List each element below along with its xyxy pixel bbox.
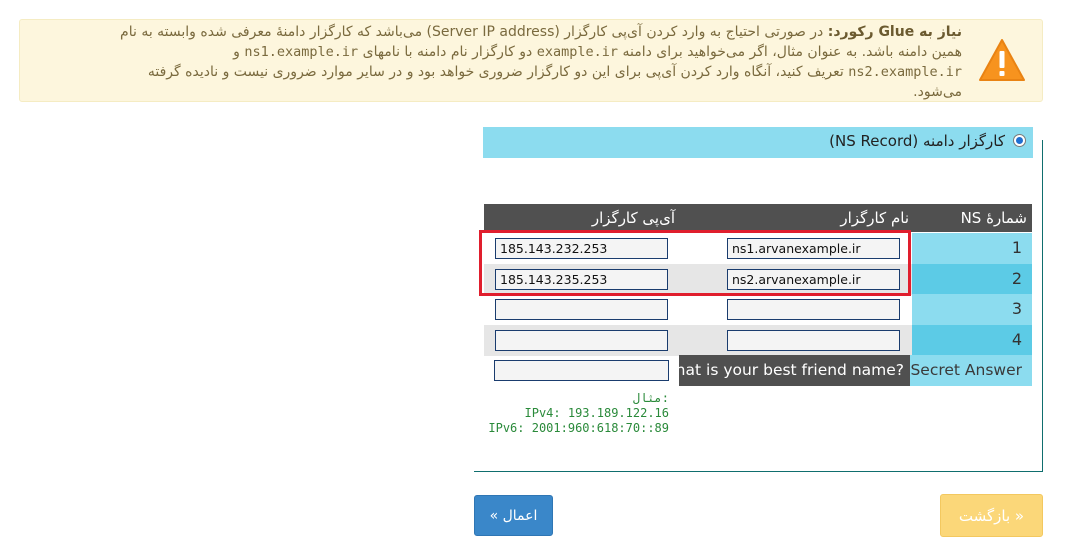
ns-number-cell: 4 — [912, 325, 1032, 356]
notice-line2a: همین دامنه باشد. به عنوان مثال، اگر می‌خ… — [618, 44, 962, 60]
secret-answer-label-cell: Secret Answer — [910, 355, 1032, 386]
table-row: 1 — [484, 233, 1032, 264]
ns-number-cell: 1 — [912, 233, 1032, 264]
notice-line2c: و — [233, 44, 245, 60]
ip-example: مثال: IPv4: 193.189.122.16 IPv6: 2001:96… — [484, 391, 669, 436]
ns2-ip-input[interactable] — [495, 269, 668, 290]
notice-line3: تعریف کنید، آنگاه وارد کردن آی‌پی برای ا… — [147, 64, 849, 80]
ns3-ip-input[interactable] — [495, 299, 668, 320]
example-ipv6: IPv6: 2001:960:618:70::89 — [488, 421, 669, 435]
ns-number: 3 — [1011, 299, 1022, 318]
notice-ns1: ns1.example.ir — [244, 44, 359, 60]
table-row: 4 — [484, 325, 1032, 356]
notice-ns2: ns2.example.ir — [848, 64, 962, 80]
ns4-ip-input[interactable] — [495, 330, 668, 351]
notice-line4: می‌شود. — [913, 84, 962, 100]
ns-number: 2 — [1011, 269, 1022, 288]
ns-number: 1 — [1011, 238, 1022, 257]
ns-number-cell: 3 — [912, 294, 1032, 325]
ns4-name-input[interactable] — [727, 330, 900, 351]
notice-line1: در صورتی احتیاج به وارد کردن آی‌پی کارگز… — [120, 24, 828, 40]
ns3-name-input[interactable] — [727, 299, 900, 320]
notice-title: نیاز به Glue رکورد: — [827, 24, 962, 40]
header-server-name: نام کارگزار — [840, 209, 909, 227]
notice-line2b: دو کارگزار نام دامنه با نامهای — [358, 44, 537, 60]
notice-domain: example.ir — [536, 44, 619, 60]
header-server-ip: آی‌پی کارگزار — [591, 209, 675, 227]
secret-answer-label: Secret Answer — [910, 361, 1022, 379]
secret-answer-input[interactable] — [494, 360, 669, 381]
ns-number: 4 — [1011, 330, 1022, 349]
ns1-name-input[interactable] — [727, 238, 900, 259]
example-ipv4: IPv4: 193.189.122.16 — [524, 406, 670, 420]
warning-icon — [979, 39, 1025, 81]
secret-question: What is your best friend name? — [660, 361, 904, 379]
example-title: مثال: — [632, 391, 669, 405]
table-row: 2 — [484, 264, 1032, 295]
table-row: 3 — [484, 294, 1032, 325]
ns2-name-input[interactable] — [727, 269, 900, 290]
glue-record-notice: نیاز به Glue رکورد: در صورتی احتیاج به و… — [19, 19, 1043, 102]
ns1-ip-input[interactable] — [495, 238, 668, 259]
ns-record-header[interactable]: کارگزار دامنه (NS Record) — [483, 127, 1033, 158]
ns-number-cell: 2 — [912, 264, 1032, 295]
header-ns-number: شمارهٔ NS — [960, 209, 1027, 227]
notice-text: نیاز به Glue رکورد: در صورتی احتیاج به و… — [32, 22, 962, 102]
apply-button[interactable]: اعمال » — [474, 495, 553, 536]
ns-record-label: کارگزار دامنه (NS Record) — [829, 132, 1005, 150]
secret-question-cell: What is your best friend name? — [660, 355, 910, 386]
ns-table-header: شمارهٔ NS نام کارگزار آی‌پی کارگزار — [484, 204, 1032, 232]
back-button[interactable]: « بازگشت — [940, 494, 1043, 537]
ns-record-radio[interactable] — [1013, 134, 1026, 147]
secret-answer-row: Secret Answer What is your best friend n… — [484, 355, 1032, 386]
